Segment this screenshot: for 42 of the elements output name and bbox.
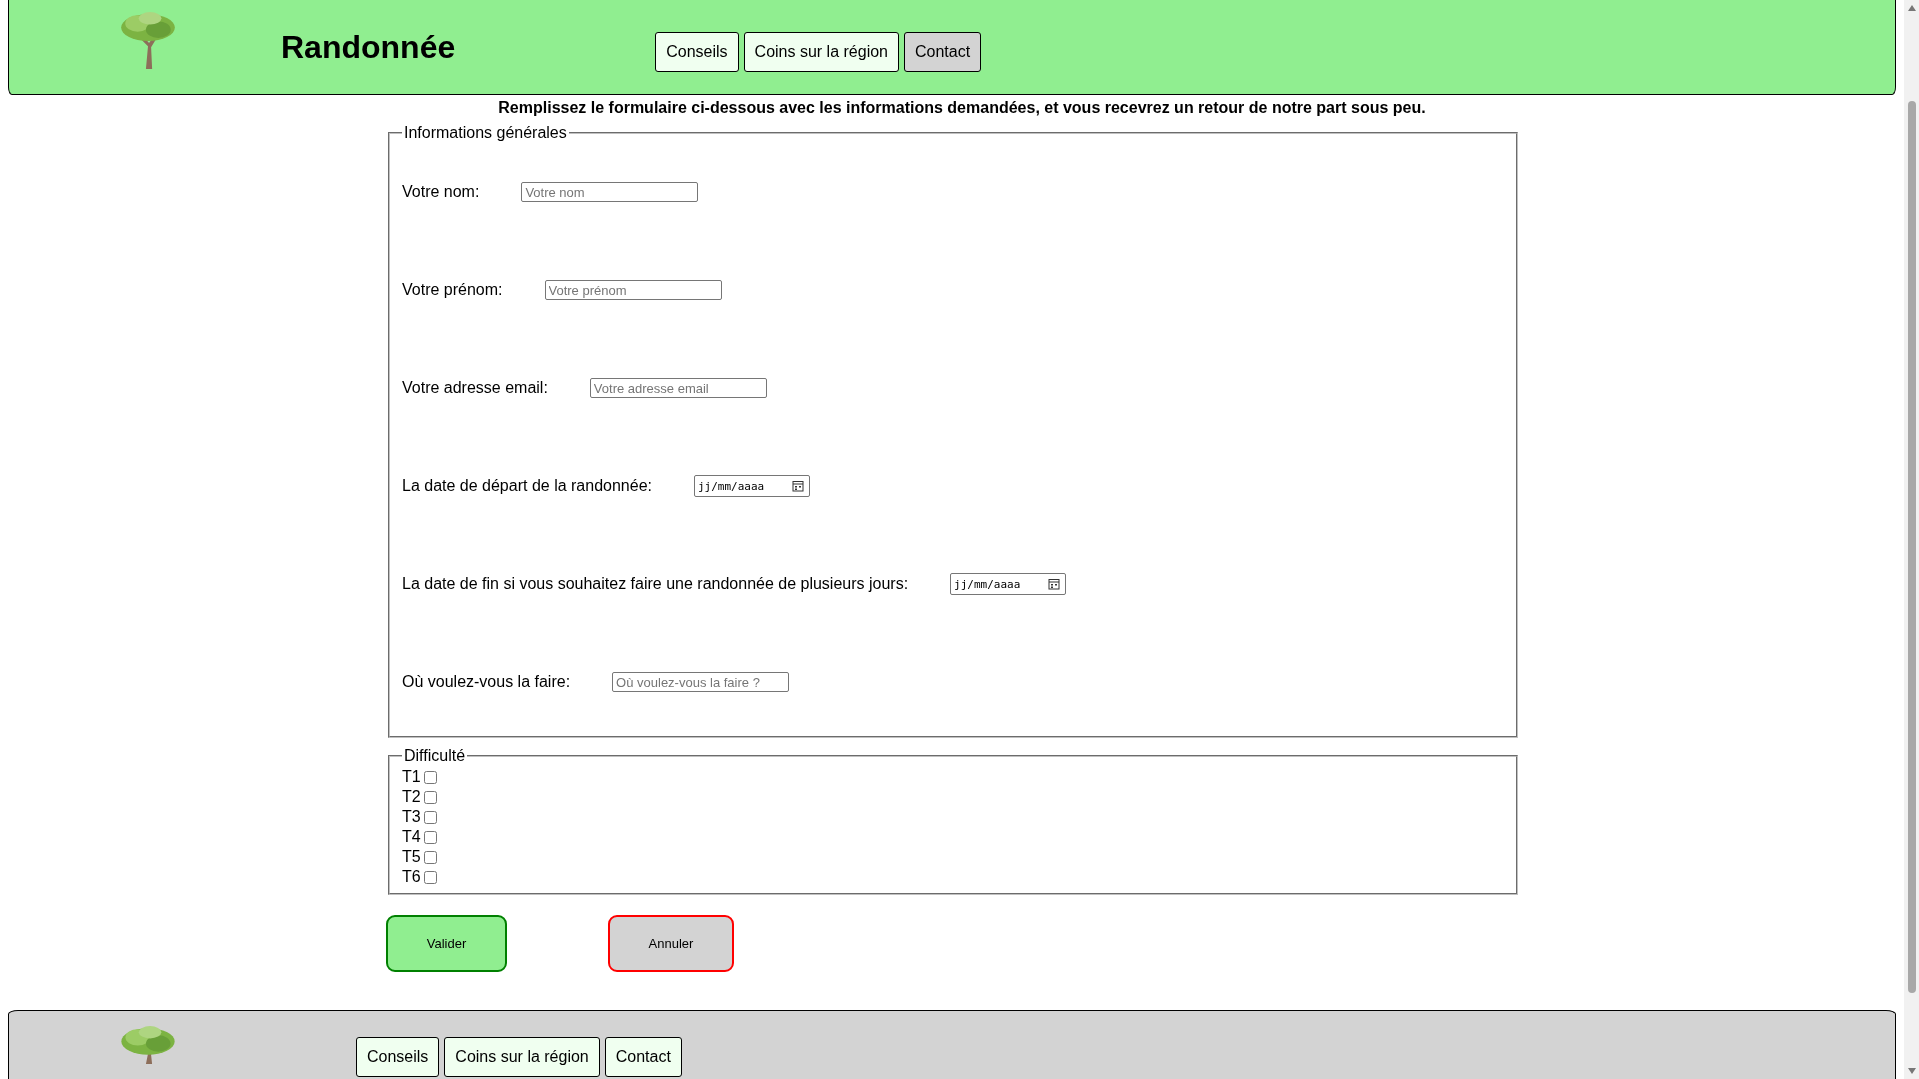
cancel-button[interactable]: Annuler (608, 915, 734, 972)
text-field[interactable]: Votre adresse email (589, 378, 767, 398)
nav-button[interactable]: Coins sur la région (743, 32, 899, 72)
date-field[interactable]: jj/mm/aaaa (694, 475, 810, 497)
calendar-icon[interactable] (1048, 578, 1061, 590)
nav-button[interactable]: Conseils (356, 1037, 440, 1077)
checkbox[interactable] (424, 850, 437, 864)
field-label: Votre nom: (402, 182, 480, 202)
scroll-down-icon[interactable] (1907, 1068, 1916, 1074)
checkbox[interactable] (424, 810, 437, 824)
validate-button[interactable]: Valider (386, 915, 507, 972)
checkbox-label: T4 (402, 828, 422, 846)
checkbox[interactable] (424, 830, 437, 844)
scrollbar-thumb[interactable] (1907, 101, 1916, 993)
field-label: Où voulez-vous la faire: (402, 672, 571, 692)
scroll-up-icon[interactable] (1907, 5, 1916, 11)
checkbox[interactable] (424, 770, 437, 784)
nav-button[interactable]: Coins sur la région (444, 1037, 600, 1077)
field-label: La date de fin si vous souhaitez faire une randonnée de plusieurs jours: (402, 574, 909, 594)
intro-text: Remplissez le formulaire ci-dessous avec les informations demandées, et vous recevrez un retour de notre part sous peu. (497, 99, 1427, 117)
fieldset-legend: Informations générales (402, 124, 569, 142)
nav-button[interactable]: Conseils (655, 32, 739, 72)
text-field[interactable]: Où voulez-vous la faire ? (612, 672, 790, 692)
scrollbar[interactable] (1904, 0, 1919, 1079)
text-field[interactable]: Votre prénom (544, 280, 722, 300)
field-label: La date de départ de la randonnée: (402, 476, 652, 496)
checkbox[interactable] (424, 790, 437, 804)
checkbox-label: T6 (402, 868, 422, 886)
field-label: Votre adresse email: (402, 378, 548, 398)
checkbox-label: T3 (402, 808, 422, 826)
checkbox[interactable] (424, 870, 437, 884)
calendar-icon[interactable] (792, 480, 804, 492)
checkbox-label: T2 (402, 788, 422, 806)
date-field[interactable]: jj/mm/aaaa (950, 573, 1067, 595)
checkbox-label: T1 (402, 768, 422, 786)
checkbox-label: T5 (402, 848, 422, 866)
field-label: Votre prénom: (402, 280, 503, 300)
nav-button[interactable]: Contact (604, 1037, 682, 1077)
site-title: Randonnée (281, 28, 456, 66)
fieldset-legend: Difficulté (402, 747, 468, 765)
text-field[interactable]: Votre nom (521, 182, 699, 202)
nav-button[interactable]: Contact (904, 32, 982, 72)
